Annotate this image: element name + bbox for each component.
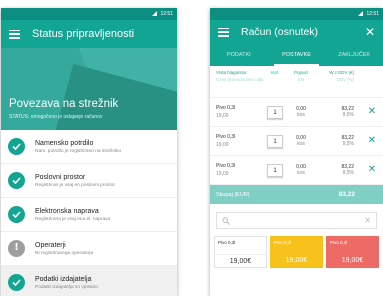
clock: 12:51 — [366, 11, 379, 17]
status-item-business-premises[interactable]: Poslovni prostor Registriran je vsaj en p… — [1, 164, 177, 198]
tab-podatki[interactable]: PODATKI — [210, 44, 268, 66]
status-item-issuer-data[interactable]: Podatki izdajatelja Podatki izdajatelja s… — [1, 266, 177, 296]
column-total: W z DDV (€) — [329, 70, 354, 75]
item-unit: kos — [297, 170, 305, 176]
item-discount: 0,00 — [296, 163, 306, 170]
item-name: Pivo 0,3l — [216, 134, 236, 140]
product-name: Pivo 0,3l — [274, 240, 292, 245]
table-row[interactable]: Pivo 0,3l 19,00 1 0,00 kos 83,22 9,5% ✕ — [210, 156, 383, 185]
item-vat: 9,5% — [342, 170, 354, 176]
status-item-title: Podatki izdajatelja — [35, 275, 92, 283]
quantity-field[interactable]: 1 — [267, 163, 283, 177]
status-item-title: Namensko potrdilo — [35, 139, 94, 147]
column-discount-sub: EM — [297, 77, 305, 82]
status-item-subtitle: Registrirana je vsaj ena el. naprava — [35, 216, 111, 222]
product-tile[interactable]: Pivo 0,3l 19,00€ — [270, 236, 323, 268]
check-icon — [8, 206, 25, 223]
column-item: Vrsta blaga/stor. — [216, 70, 248, 75]
column-discount: Popust — [294, 70, 308, 75]
status-item-subtitle: Ni registriranega operaterja — [35, 250, 94, 256]
item-discount: 0,00 — [296, 134, 306, 141]
item-vat: 9,5% — [342, 112, 354, 118]
page-title: Status pripravljenosti — [32, 28, 135, 40]
item-discount: 0,00 — [296, 105, 306, 112]
column-total-sub: DDV (%) — [336, 77, 354, 82]
total-label: Skupaj (EUR) — [216, 191, 250, 198]
clock: 12:51 — [160, 11, 173, 17]
tab-bar: PODATKI POSTAVKE ZAKLJUČEK — [210, 44, 383, 66]
table-header: Vrsta blaga/stor. Cena (€)/enota brez ddv… — [210, 66, 383, 98]
check-icon — [8, 138, 25, 155]
status-item-operators[interactable]: ! Operaterji Ni registriranega operaterja — [1, 232, 177, 266]
product-tiles: Pivo 0,3l 19,00€ Pivo 0,3l 19,00€ Pivo 0… — [214, 236, 379, 268]
item-price: 19,00 — [216, 113, 229, 119]
table-row[interactable]: Pivo 0,3l 19,00 1 0,00 kos 83,22 9,5% ✕ — [210, 127, 383, 156]
page-title: Račun (osnutek) — [241, 26, 319, 38]
product-name: Pivo 0,3l — [330, 240, 348, 245]
status-item-subtitle: Nam. potrdilo je registrirano na strežni… — [35, 148, 122, 154]
total-value: 83,22 — [338, 191, 355, 198]
item-name: Pivo 0,3l — [216, 105, 236, 111]
status-item-electronic-device[interactable]: Elektronska naprava Registrirana je vsaj … — [1, 198, 177, 232]
system-status-bar: 12:51 — [1, 8, 177, 20]
product-name: Pivo 0,3l — [218, 240, 236, 245]
signal-icon — [358, 11, 364, 16]
invoice-screen: 12:51 Račun (osnutek) ✕ PODATKI POSTAVKE… — [210, 8, 383, 296]
status-item-title: Elektronska naprava — [35, 207, 99, 215]
tab-zakljucek[interactable]: ZAKLJUČEK — [325, 44, 383, 66]
menu-icon[interactable] — [218, 27, 229, 37]
app-bar: Račun (osnutek) ✕ — [210, 20, 383, 44]
item-price: 19,00 — [216, 142, 229, 148]
menu-icon[interactable] — [9, 29, 20, 39]
check-icon — [8, 274, 25, 291]
item-price: 19,00 — [216, 171, 229, 177]
banner-subtitle: STATUS: omogočeno je izdajanje računov — [9, 114, 103, 120]
delete-icon[interactable]: ✕ — [368, 164, 376, 175]
quantity-field[interactable]: 1 — [267, 105, 283, 119]
status-item-subtitle: Podatki izdajatelja so vpisano — [35, 284, 98, 290]
product-price: 19,00€ — [341, 257, 364, 264]
signal-icon — [152, 11, 158, 16]
item-vat: 9,5% — [342, 141, 354, 147]
item-unit: kos — [297, 141, 305, 147]
delete-icon[interactable]: ✕ — [368, 135, 376, 146]
quantity-field[interactable]: 1 — [267, 134, 283, 148]
product-price: 19,00€ — [285, 257, 308, 264]
item-name: Pivo 0,3l — [216, 163, 236, 169]
column-item-sub: Cena (€)/enota brez ddv — [216, 77, 264, 82]
status-item-title: Operaterji — [35, 241, 66, 249]
product-tile[interactable]: Pivo 0,3l 19,00€ — [326, 236, 379, 268]
system-status-bar: 12:51 — [210, 8, 383, 20]
product-tile[interactable]: Pivo 0,3l 19,00€ — [214, 236, 267, 268]
delete-icon[interactable]: ✕ — [368, 106, 376, 117]
warning-icon: ! — [8, 240, 25, 257]
tab-postavke[interactable]: POSTAVKE — [268, 44, 326, 66]
search-input[interactable]: ✕ — [216, 212, 377, 229]
status-screen: 12:51 Status pripravljenosti Povezava na… — [1, 8, 177, 296]
app-bar: Status pripravljenosti — [1, 20, 177, 48]
check-icon — [8, 172, 25, 189]
server-connection-banner: Povezava na strežnik STATUS: omogočeno j… — [1, 48, 177, 130]
search-icon — [222, 216, 230, 225]
column-qty: Kol. — [271, 70, 279, 75]
status-item-title: Poslovni prostor — [35, 173, 86, 181]
status-item-certificate[interactable]: Namensko potrdilo Nam. potrdilo je regist… — [1, 130, 177, 164]
product-price: 19,00€ — [215, 254, 266, 265]
banner-title: Povezava na strežnik — [9, 98, 119, 110]
status-item-subtitle: Registriran je vsaj en poslovni prostor — [35, 182, 115, 188]
total-bar: Skupaj (EUR) 83,22 — [210, 185, 383, 204]
close-icon[interactable]: ✕ — [365, 25, 375, 39]
table-row[interactable]: Pivo 0,3l 19,00 1 0,00 kos 83,22 9,5% ✕ — [210, 98, 383, 127]
item-unit: kos — [297, 112, 305, 118]
clear-search-icon[interactable]: ✕ — [364, 216, 371, 225]
